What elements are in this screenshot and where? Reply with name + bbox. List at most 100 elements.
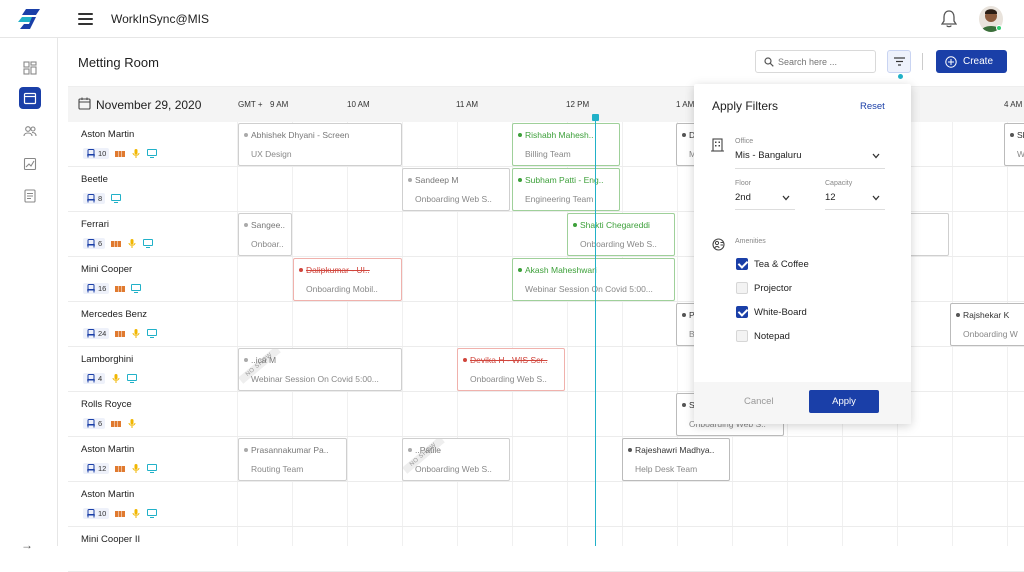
floor-label: Floor [735, 180, 751, 187]
room-row: Aston Martin 10 [68, 482, 1024, 527]
top-bar: WorkInSync@MIS [0, 0, 1024, 38]
monitor-icon [143, 239, 154, 248]
booking-card[interactable]: Sandeep M Onboarding Web S.. [402, 168, 510, 211]
room-name[interactable]: Aston Martin [81, 129, 134, 140]
booking-card[interactable]: ShW [1004, 123, 1024, 166]
amenity-label: Projector [754, 283, 793, 294]
office-label: Office [735, 138, 754, 145]
booking-card[interactable]: Rajeshawri Madhya.. Help Desk Team [622, 438, 730, 481]
monitor-icon [111, 194, 122, 203]
time-tick: 12 PM [566, 100, 590, 109]
room-name[interactable]: Lamborghini [81, 354, 133, 365]
apply-button[interactable]: Apply [809, 390, 879, 413]
time-tick: 1 AM [676, 100, 695, 109]
notification-bell-icon[interactable] [941, 10, 957, 28]
calendar-icon[interactable] [19, 87, 41, 109]
monitor-icon [147, 464, 158, 473]
capacity-badge: 12 [83, 463, 110, 474]
amenity-label: White-Board [754, 307, 807, 318]
booking-card[interactable]: Rajshekar K Onboarding W [950, 303, 1024, 346]
room-name[interactable]: Aston Martin [81, 489, 134, 500]
room-name[interactable]: Beetle [81, 174, 108, 185]
white-board-checkbox[interactable] [736, 306, 748, 318]
microphone-icon [132, 329, 140, 338]
amenities-icon [712, 238, 725, 251]
seat-icon [87, 419, 95, 428]
booking-card[interactable]: Devika H - WIS Scr.. Onboarding Web S.. [457, 348, 565, 391]
booking-card[interactable]: Abhishek Dhyani - Screen UX Design [238, 123, 402, 166]
booking-card[interactable]: Sangee.. Onboar.. [238, 213, 292, 256]
coffee-icon [111, 421, 122, 427]
booking-card[interactable]: Rishabh Mahesh.. Billing Team [512, 123, 620, 166]
seat-icon [87, 329, 95, 338]
room-name[interactable]: Mini Cooper [81, 264, 132, 275]
room-name[interactable]: Ferrari [81, 219, 109, 230]
booking-card[interactable]: NO SHOW ..ica M Webinar Session On Covid 5… [238, 348, 402, 391]
room-amenities: 10 [83, 148, 158, 159]
coffee-icon [115, 286, 126, 292]
booking-card[interactable]: Akash Maheshwari Webinar Session On Covid… [512, 258, 675, 301]
capacity-badge: 6 [83, 418, 106, 429]
monitor-icon [147, 509, 158, 518]
chevron-down-icon[interactable] [872, 153, 880, 159]
capacity-badge: 24 [83, 328, 110, 339]
time-tick: 11 AM [456, 100, 479, 109]
search-box[interactable] [755, 50, 876, 73]
chevron-down-icon[interactable] [872, 195, 880, 201]
menu-icon[interactable] [78, 13, 93, 25]
room-row: Mini Cooper II [68, 527, 1024, 572]
amenity-label: Notepad [754, 331, 790, 342]
booking-card[interactable]: NO SHOW ..Patile Onboarding Web S.. [402, 438, 510, 481]
notepad-checkbox[interactable] [736, 330, 748, 342]
booking-card[interactable]: Shakti Chegareddi Onboarding Web S.. [567, 213, 675, 256]
microphone-icon [128, 239, 136, 248]
coffee-icon [115, 331, 126, 337]
projector-checkbox[interactable] [736, 282, 748, 294]
plus-circle-icon [945, 55, 957, 68]
monitor-icon [147, 329, 158, 338]
create-button[interactable]: Create [936, 50, 1007, 73]
booking-card[interactable]: Subham Patti - Eng.. Engineering Team [512, 168, 620, 211]
coffee-icon [115, 151, 126, 157]
room-name[interactable]: Aston Martin [81, 444, 134, 455]
booking-card[interactable]: Prasannakumar Pa.. Routing Team [238, 438, 347, 481]
capacity-label: Capacity [825, 180, 853, 187]
reports-icon[interactable] [19, 153, 41, 175]
room-name[interactable]: Mercedes Benz [81, 309, 147, 320]
users-icon[interactable] [19, 120, 41, 142]
monitor-icon [127, 374, 138, 383]
reset-button[interactable]: Reset [860, 101, 885, 112]
office-select[interactable]: Mis - Bangaluru [735, 150, 802, 161]
app-logo-icon[interactable] [18, 9, 40, 29]
amenities-label: Amenities [735, 238, 766, 245]
create-button-label: Create [963, 56, 994, 67]
dashboard-icon[interactable] [19, 57, 41, 79]
logout-arrow-icon[interactable]: → [21, 538, 33, 552]
booking-card[interactable] [905, 213, 949, 256]
amenity-label: Tea & Coffee [754, 259, 809, 270]
room-name[interactable]: Mini Cooper II [81, 534, 140, 545]
cancel-button[interactable]: Cancel [744, 396, 774, 407]
capacity-value: 8 [98, 194, 103, 203]
divider [922, 53, 923, 70]
date-label[interactable]: November 29, 2020 [96, 98, 201, 112]
capacity-badge: 8 [83, 193, 106, 204]
capacity-value: 10 [98, 149, 107, 158]
search-icon [764, 57, 774, 67]
calendar-date-icon[interactable] [78, 97, 91, 110]
booking-card[interactable]: Dalipkumar - UI.. Onboarding Mobil.. [293, 258, 402, 301]
microphone-icon [132, 464, 140, 473]
capacity-select[interactable]: 12 [825, 192, 836, 203]
room-amenities: 12 [83, 463, 158, 474]
tea-coffee-checkbox[interactable] [736, 258, 748, 270]
search-input[interactable] [778, 54, 872, 69]
room-name[interactable]: Rolls Royce [81, 399, 132, 410]
microphone-icon [132, 149, 140, 158]
chevron-down-icon[interactable] [782, 195, 790, 201]
floor-select[interactable]: 2nd [735, 192, 751, 203]
document-icon[interactable] [19, 185, 41, 207]
room-amenities: 6 [83, 418, 137, 429]
seat-icon [87, 149, 95, 158]
filter-button[interactable] [887, 50, 911, 73]
room-amenities: 6 [83, 238, 154, 249]
